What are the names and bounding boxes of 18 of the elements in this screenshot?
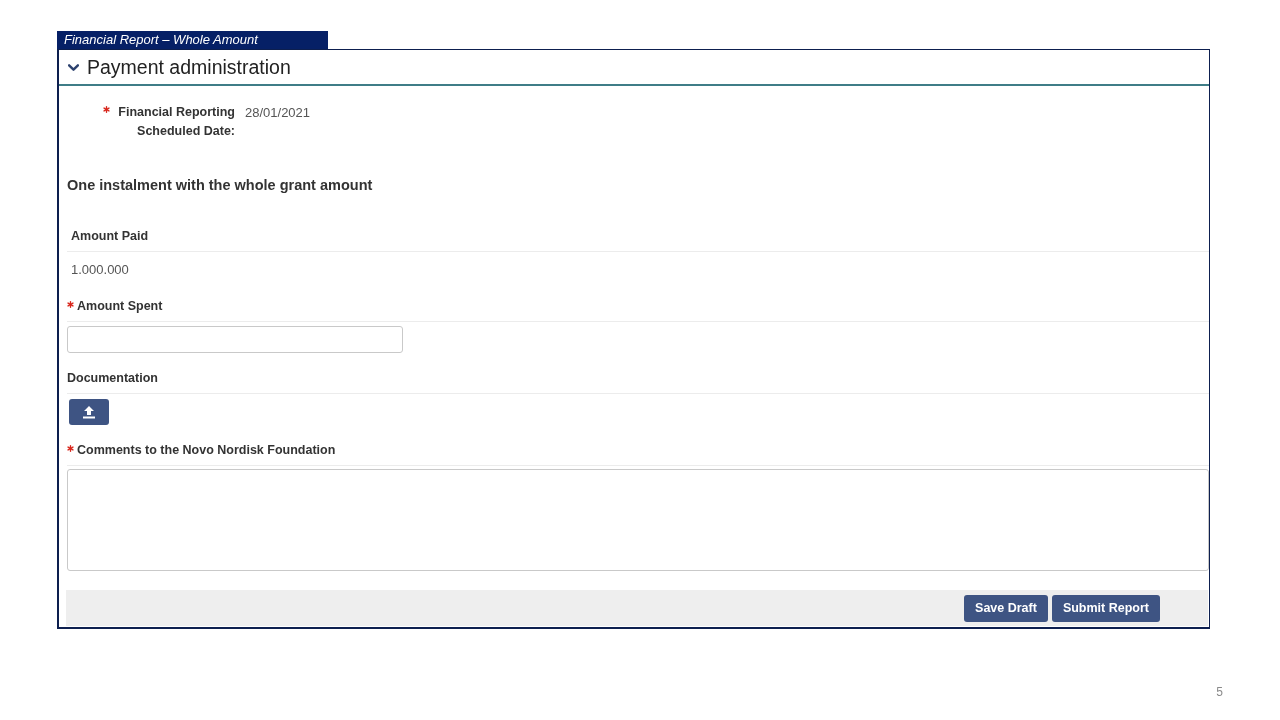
chevron-down-icon[interactable]	[68, 61, 79, 73]
save-draft-button[interactable]: Save Draft	[964, 594, 1048, 622]
field-label: Amount Spent	[77, 298, 163, 315]
submit-button[interactable]: Submit Report	[1051, 594, 1160, 622]
upload-button[interactable]	[69, 399, 109, 425]
field-label: Financial Reporting Scheduled Date:	[117, 104, 235, 140]
section-title[interactable]: Payment administration	[87, 54, 291, 80]
slide-title-bar: Financial Report – Whole Amount	[57, 31, 328, 49]
field-label: Amount Paid	[71, 228, 149, 245]
page-number: 5	[1216, 684, 1223, 701]
section-heading: One instalment with the whole grant amount	[67, 177, 373, 193]
comments-field[interactable]	[67, 469, 1209, 571]
field-label: Comments to the Novo Nordisk Foundation	[77, 442, 336, 459]
date-value: 28/01/2021	[245, 104, 311, 122]
input-field[interactable]	[67, 326, 403, 353]
field-value: 1.000.000	[71, 262, 129, 277]
field-label: Documentation	[67, 370, 158, 387]
upload-icon	[82, 405, 96, 419]
